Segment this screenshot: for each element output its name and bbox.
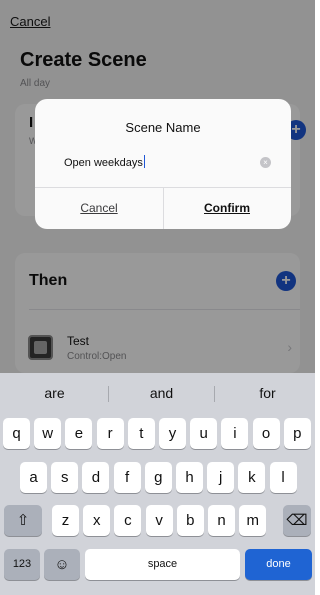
letter-key[interactable]: e [65, 418, 93, 449]
letter-key[interactable]: z [52, 505, 79, 536]
scene-name-input[interactable]: Open weekdays [64, 155, 146, 169]
letter-key[interactable]: w [34, 418, 62, 449]
delete-key[interactable]: ⌫ [283, 505, 311, 536]
letter-key[interactable]: n [208, 505, 235, 536]
dialog-confirm-button[interactable]: Confirm [163, 201, 291, 215]
letter-key[interactable]: p [283, 418, 311, 449]
letter-key[interactable]: u [190, 418, 218, 449]
shift-key[interactable]: ⇧ [4, 505, 42, 536]
suggestion-word[interactable]: are [2, 385, 107, 401]
letter-key[interactable]: y [159, 418, 186, 449]
letter-key[interactable]: i [221, 418, 249, 449]
suggestion-word[interactable]: and [109, 385, 214, 401]
done-key[interactable]: done [245, 549, 312, 580]
text-cursor [143, 155, 146, 168]
letter-key[interactable]: g [144, 462, 172, 493]
letter-key[interactable]: d [82, 462, 110, 493]
letter-key[interactable]: c [114, 505, 142, 536]
space-key[interactable]: space [85, 549, 240, 580]
letter-key[interactable]: a [20, 462, 47, 493]
letter-key[interactable]: h [176, 462, 203, 493]
letter-key[interactable]: b [176, 505, 204, 536]
numbers-key[interactable]: 123 [4, 549, 40, 580]
letter-key[interactable]: x [83, 505, 111, 536]
letter-key[interactable]: f [113, 462, 141, 493]
letter-key[interactable]: s [51, 462, 79, 493]
letter-key[interactable]: q [3, 418, 30, 449]
letter-key[interactable]: m [239, 505, 267, 536]
letter-key[interactable]: t [127, 418, 155, 449]
letter-key[interactable]: o [252, 418, 280, 449]
letter-key[interactable]: k [238, 462, 266, 493]
letter-key[interactable]: j [207, 462, 235, 493]
letter-key[interactable]: r [96, 418, 124, 449]
scene-name-value: Open weekdays [64, 157, 143, 169]
scene-name-dialog: Scene Name Open weekdays × Cancel Confir… [35, 99, 291, 229]
dialog-title: Scene Name [125, 120, 201, 135]
dialog-cancel-button[interactable]: Cancel [35, 201, 163, 215]
clear-input-icon[interactable]: × [260, 157, 271, 168]
emoji-icon[interactable]: ☺ [44, 549, 80, 580]
suggestion-word[interactable]: for [215, 385, 315, 401]
create-scene-screen: Cancel Create Scene All day I W + Then +… [0, 0, 315, 595]
letter-key[interactable]: l [269, 462, 297, 493]
on-screen-keyboard: are and for qwertyuiop asdfghjkl ⇧ ⌫ zxc… [0, 373, 315, 595]
suggestion-bar: are and for [0, 373, 315, 413]
letter-key[interactable]: v [145, 505, 173, 536]
